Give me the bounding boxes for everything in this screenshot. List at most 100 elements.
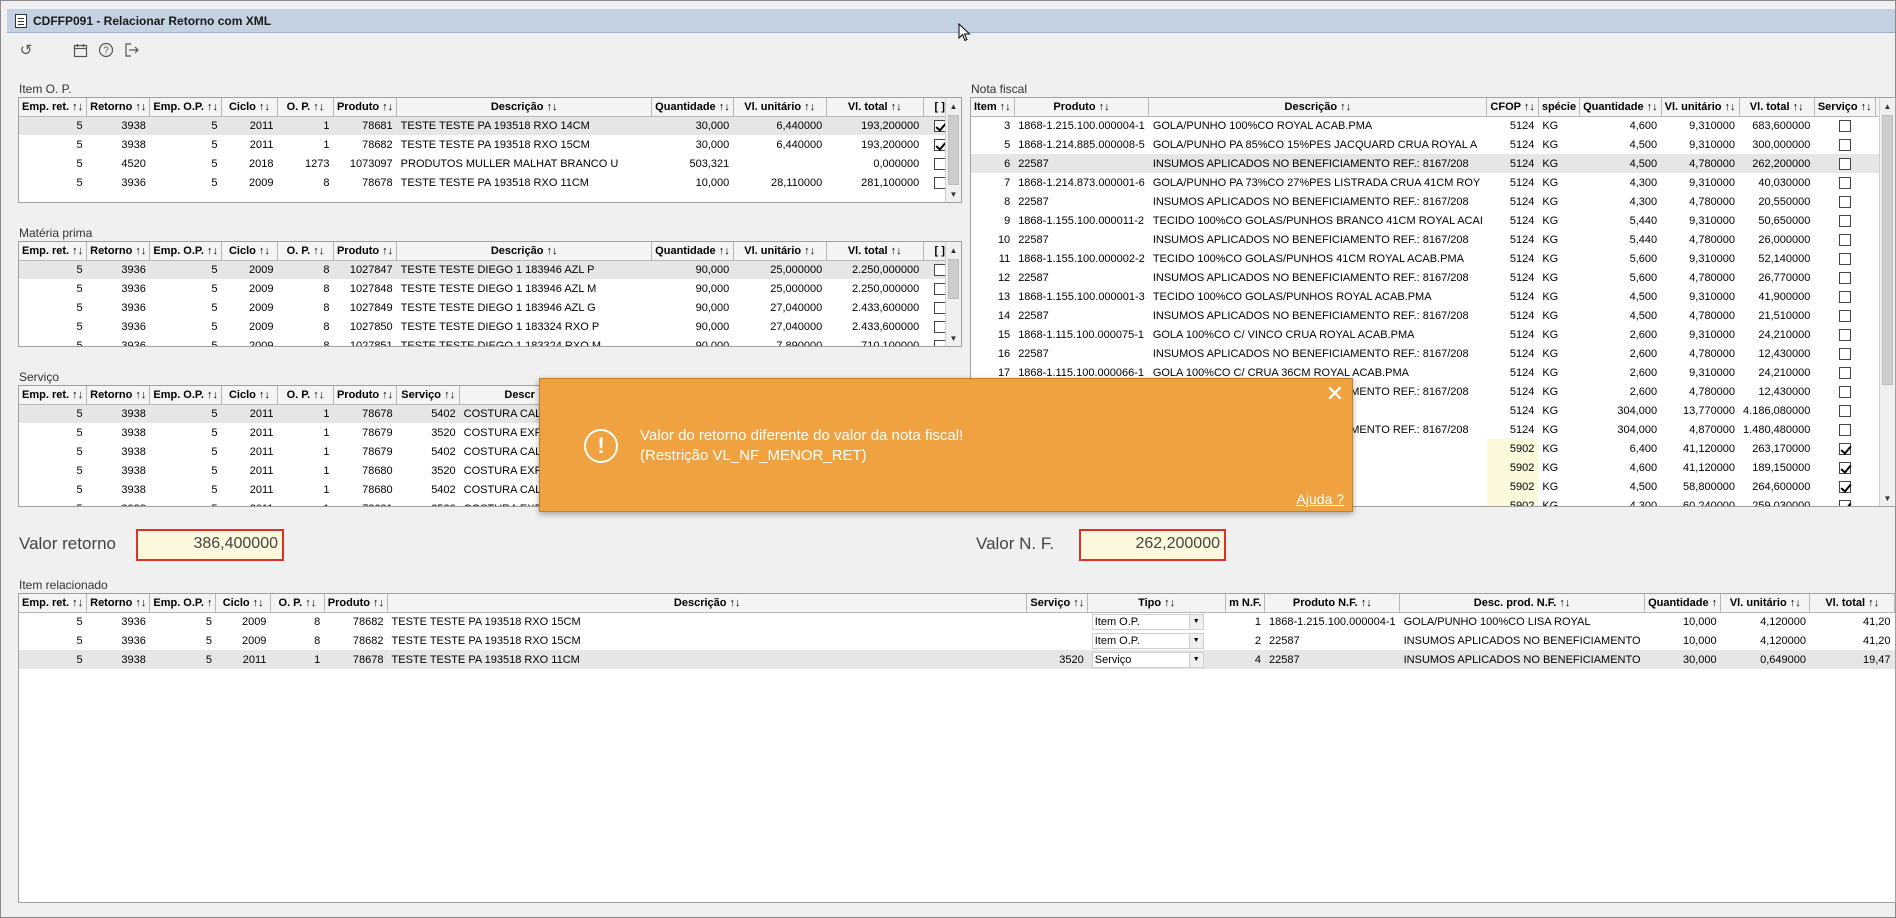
valor-retorno-field[interactable]: 386,400000 — [136, 529, 284, 561]
table-row[interactable]: 5 3936 5 2009 8 78682 TESTE TESTE PA 193518 RX… — [19, 631, 1895, 650]
table-row[interactable]: 15 1868-1.115.100.000075-1 GOLA 100%CO C/ … — [971, 325, 1895, 344]
row-checkbox[interactable] — [1838, 461, 1851, 474]
materia-prima-header[interactable]: Vl. unitário ↑↓ — [733, 242, 827, 261]
row-checkbox[interactable] — [933, 157, 946, 170]
table-row[interactable]: 11 1868-1.155.100.000002-2 TECIDO 100%CO G… — [971, 249, 1895, 268]
chevron-down-icon[interactable]: ▼ — [1188, 652, 1203, 667]
table-row[interactable]: 12 22587 INSUMOS APLICADOS NO BENEFICIAMEN… — [971, 268, 1895, 287]
materia-prima-header[interactable]: Emp. ret. ↑↓ — [19, 242, 88, 261]
table-row[interactable]: 5 3936 5 2009 8 1027848 TESTE TESTE DIEGO 1 18… — [19, 279, 956, 298]
nota-fiscal-header[interactable]: Item ↑↓ — [971, 98, 1015, 117]
item-relacionado-header[interactable]: O. P. ↑↓ — [270, 594, 325, 613]
nota-fiscal-scrollbar[interactable]: ▲ ▼ — [1879, 98, 1895, 506]
table-row[interactable]: 5 1868-1.214.885.000008-5 GOLA/PUNHO PA 85… — [971, 135, 1895, 154]
nota-fiscal-header[interactable]: Descrição ↑↓ — [1148, 98, 1488, 117]
chevron-down-icon[interactable]: ▼ — [1188, 614, 1203, 629]
table-row[interactable]: 10 22587 INSUMOS APLICADOS NO BENEFICIAMEN… — [971, 230, 1895, 249]
item-op-header[interactable]: Descrição ↑↓ — [396, 98, 653, 117]
row-checkbox[interactable] — [933, 339, 946, 346]
item-relacionado-header[interactable]: Emp. ret. ↑↓ — [19, 594, 88, 613]
row-checkbox[interactable] — [1838, 309, 1851, 322]
row-checkbox[interactable] — [1838, 195, 1851, 208]
table-row[interactable]: 5 3938 5 2011 1 78682 TESTE TESTE PA 193518 RX… — [19, 135, 956, 154]
table-row[interactable]: 5 3936 5 2009 8 1027847 TESTE TESTE DIEGO 1 18… — [19, 260, 957, 279]
materia-prima-header[interactable]: Vl. total ↑↓ — [826, 242, 924, 261]
servico-header[interactable]: Retorno ↑↓ — [86, 386, 151, 405]
materia-prima-header[interactable]: O. P. ↑↓ — [277, 242, 334, 261]
table-row[interactable]: 53938520111786813520COSTURA EXPOR — [19, 499, 580, 507]
row-checkbox[interactable] — [1838, 499, 1851, 506]
tipo-select[interactable]: Item O.P. ▼ — [1091, 632, 1204, 649]
item-op-header[interactable]: Ciclo ↑↓ — [221, 98, 278, 117]
exit-icon[interactable] — [121, 39, 143, 61]
row-checkbox[interactable] — [1838, 271, 1851, 284]
table-row[interactable]: 6 22587 INSUMOS APLICADOS NO BENEFICIAMENT… — [971, 154, 1895, 173]
materia-prima-header[interactable]: Ciclo ↑↓ — [221, 242, 278, 261]
materia-prima-header[interactable]: Quantidade ↑↓ — [651, 242, 734, 261]
item-op-header[interactable]: Quantidade ↑↓ — [651, 98, 734, 117]
item-relacionado-header[interactable]: Ciclo ↑↓ — [215, 594, 271, 613]
row-checkbox[interactable] — [1838, 442, 1851, 455]
table-row[interactable]: 5 3938 5 2011 1 78680 3520 COSTURA EXPOR — [19, 461, 580, 480]
row-checkbox[interactable] — [1838, 385, 1851, 398]
refresh-icon[interactable]: ↺ — [15, 39, 37, 61]
scroll-down-icon[interactable]: ▼ — [1880, 490, 1895, 506]
row-checkbox[interactable] — [1838, 290, 1851, 303]
item-op-header[interactable]: Produto ↑↓ — [333, 98, 398, 117]
table-row[interactable]: 5 3936 5 2009 8 1027851 TESTE TESTE DIEGO 1 18… — [19, 336, 956, 346]
table-row[interactable]: 5 3938 5 2011 1 78678 TESTE TESTE PA 193518 RX… — [19, 650, 1895, 669]
table-row[interactable]: 3 1868-1.215.100.000004-1 GOLA/PUNHO 100%C… — [971, 116, 1895, 135]
nota-fiscal-header[interactable]: spécie — [1538, 98, 1581, 117]
materia-prima-header[interactable]: Retorno ↑↓ — [86, 242, 151, 261]
row-checkbox[interactable] — [933, 282, 946, 295]
row-checkbox[interactable] — [1838, 233, 1851, 246]
tipo-select[interactable]: Item O.P. ▼ — [1091, 613, 1204, 630]
row-checkbox[interactable] — [1838, 252, 1851, 265]
row-checkbox[interactable] — [933, 301, 946, 314]
row-checkbox[interactable] — [1838, 157, 1851, 170]
close-icon[interactable]: ✕ — [1326, 383, 1344, 405]
servico-header[interactable]: Produto ↑↓ — [333, 386, 398, 405]
row-checkbox[interactable] — [1838, 366, 1851, 379]
materia-prima-header[interactable]: Descrição ↑↓ — [396, 242, 653, 261]
table-row[interactable]: 5 3938 5 2011 1 78680 5402 COSTURA CALCA — [19, 480, 580, 499]
help-link[interactable]: Ajuda ? — [1297, 491, 1344, 507]
item-relacionado-header[interactable]: Quantidade ↑ — [1644, 594, 1722, 613]
item-op-header[interactable]: O. P. ↑↓ — [277, 98, 334, 117]
servico-header[interactable]: Emp. O.P. ↑↓ — [149, 386, 222, 405]
table-row[interactable]: 5 3936 5 2009 8 1027850 TESTE TESTE DIEGO 1 18… — [19, 317, 956, 336]
row-checkbox[interactable] — [1838, 480, 1851, 493]
item-relacionado-header[interactable]: m N.F. — [1225, 594, 1266, 613]
nota-fiscal-header[interactable]: Serviço ↑↓ — [1814, 98, 1876, 117]
scroll-down-icon[interactable]: ▼ — [946, 186, 961, 202]
table-row[interactable]: 5 3936 5 2009 8 78682 TESTE TESTE PA 193518 RX… — [19, 612, 1895, 631]
item-op-scrollbar[interactable]: ▲ ▼ — [945, 98, 961, 202]
row-checkbox[interactable] — [933, 263, 946, 276]
servico-header[interactable]: O. P. ↑↓ — [277, 386, 334, 405]
table-row[interactable]: 5 3938 5 2011 1 78679 5402 COSTURA CALCA — [19, 442, 580, 461]
nota-fiscal-header[interactable]: Produto ↑↓ — [1014, 98, 1150, 117]
table-row[interactable]: 14 22587 INSUMOS APLICADOS NO BENEFICIAMEN… — [971, 306, 1895, 325]
item-op-header[interactable]: Emp. O.P. ↑↓ — [149, 98, 222, 117]
item-relacionado-header[interactable]: Vl. unitário ↑↓ — [1720, 594, 1811, 613]
materia-prima-scrollbar[interactable]: ▲ ▼ — [945, 242, 961, 346]
row-checkbox[interactable] — [933, 119, 946, 132]
chevron-down-icon[interactable]: ▼ — [1188, 633, 1203, 648]
scroll-up-icon[interactable]: ▲ — [946, 242, 961, 258]
table-row[interactable]: 8 22587 INSUMOS APLICADOS NO BENEFICIAMENT… — [971, 192, 1895, 211]
row-checkbox[interactable] — [1838, 328, 1851, 341]
item-relacionado-header[interactable]: Tipo ↑↓ — [1087, 594, 1227, 613]
help-icon[interactable]: ? — [95, 39, 117, 61]
row-checkbox[interactable] — [933, 138, 946, 151]
table-row[interactable]: 5 3936 5 2009 8 78678 TESTE TESTE PA 193518 RX… — [19, 173, 956, 192]
table-row[interactable]: 13 1868-1.155.100.000001-3 TECIDO 100%CO G… — [971, 287, 1895, 306]
item-relacionado-header[interactable]: Serviço ↑↓ — [1026, 594, 1089, 613]
item-relacionado-header[interactable]: Desc. prod. N.F. ↑↓ — [1399, 594, 1646, 613]
item-relacionado-header[interactable]: Produto N.F. ↑↓ — [1264, 594, 1401, 613]
nota-fiscal-header[interactable]: Vl. total ↑↓ — [1739, 98, 1815, 117]
table-row[interactable]: 5 3936 5 2009 8 1027849 TESTE TESTE DIEGO 1 18… — [19, 298, 956, 317]
row-checkbox[interactable] — [1838, 176, 1851, 189]
materia-prima-header[interactable]: Produto ↑↓ — [333, 242, 398, 261]
table-row[interactable]: 5 3938 5 2011 1 78681 TESTE TESTE PA 193518 RX… — [19, 116, 957, 135]
servico-header[interactable]: Emp. ret. ↑↓ — [19, 386, 88, 405]
